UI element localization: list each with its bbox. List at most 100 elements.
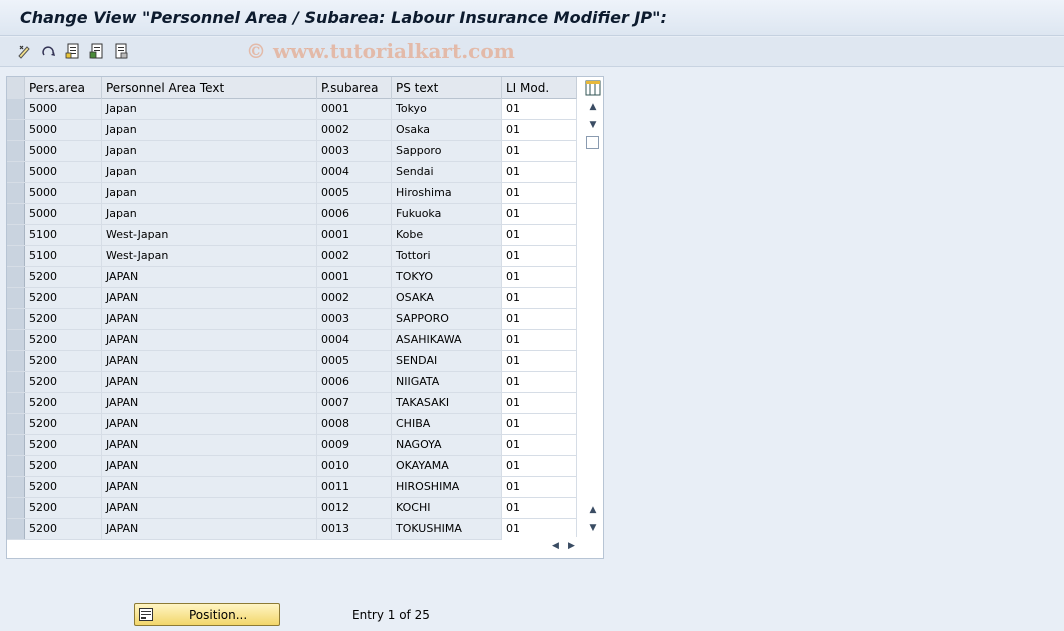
personnel-area-text-cell: Japan [102, 120, 317, 140]
column-header-li-mod[interactable]: LI Mod. [502, 77, 577, 99]
li-mod-field[interactable]: 01 [502, 456, 577, 476]
delete-icon[interactable] [112, 42, 130, 60]
li-mod-field[interactable]: 01 [502, 141, 577, 161]
p-subarea-cell: 0001 [317, 267, 392, 287]
row-selector[interactable] [7, 288, 25, 308]
edit-icon[interactable] [16, 42, 34, 60]
row-selector[interactable] [7, 477, 25, 497]
ps-text-cell: CHIBA [392, 414, 502, 434]
row-selector[interactable] [7, 246, 25, 266]
ps-text-cell: HIROSHIMA [392, 477, 502, 497]
personnel-area-text-cell: Japan [102, 99, 317, 119]
position-button-label: Position... [189, 608, 248, 622]
position-button[interactable]: Position... [134, 603, 280, 626]
ps-text-cell: OKAYAMA [392, 456, 502, 476]
row-selector[interactable] [7, 498, 25, 518]
copy-icon[interactable] [88, 42, 106, 60]
li-mod-field[interactable]: 01 [502, 162, 577, 182]
column-header-ps-text[interactable]: PS text [392, 77, 502, 99]
new-entries-icon[interactable] [64, 42, 82, 60]
personnel-area-text-cell: JAPAN [102, 498, 317, 518]
li-mod-field[interactable]: 01 [502, 393, 577, 413]
row-selector[interactable] [7, 414, 25, 434]
row-selector[interactable] [7, 435, 25, 455]
row-selector[interactable] [7, 204, 25, 224]
row-selector[interactable] [7, 351, 25, 371]
li-mod-field[interactable]: 01 [502, 309, 577, 329]
row-selector[interactable] [7, 330, 25, 350]
pers-area-cell: 5200 [25, 372, 102, 392]
p-subarea-cell: 0006 [317, 372, 392, 392]
p-subarea-cell: 0007 [317, 393, 392, 413]
row-selector[interactable] [7, 99, 25, 119]
row-selector[interactable] [7, 183, 25, 203]
li-mod-field[interactable]: 01 [502, 372, 577, 392]
ps-text-cell: SENDAI [392, 351, 502, 371]
table-row: 5200 JAPAN 0010 OKAYAMA 01 [7, 456, 577, 477]
li-mod-field[interactable]: 01 [502, 99, 577, 119]
li-mod-field[interactable]: 01 [502, 204, 577, 224]
li-mod-field[interactable]: 01 [502, 498, 577, 518]
p-subarea-cell: 0012 [317, 498, 392, 518]
row-selector[interactable] [7, 309, 25, 329]
li-mod-field[interactable]: 01 [502, 267, 577, 287]
row-selector[interactable] [7, 225, 25, 245]
p-subarea-cell: 0013 [317, 519, 392, 539]
scroll-down-icon[interactable]: ▼ [587, 119, 599, 131]
scroll-page-down-icon[interactable]: ▼ [587, 522, 599, 534]
li-mod-field[interactable]: 01 [502, 477, 577, 497]
row-selector[interactable] [7, 267, 25, 287]
row-selector[interactable] [7, 162, 25, 182]
table-row: 5200 JAPAN 0011 HIROSHIMA 01 [7, 477, 577, 498]
li-mod-field[interactable]: 01 [502, 183, 577, 203]
scroll-left-icon[interactable]: ◀ [552, 541, 559, 551]
p-subarea-cell: 0011 [317, 477, 392, 497]
li-mod-field[interactable]: 01 [502, 435, 577, 455]
table-row: 5100 West-Japan 0002 Tottori 01 [7, 246, 577, 267]
row-selector[interactable] [7, 141, 25, 161]
li-mod-field[interactable]: 01 [502, 246, 577, 266]
p-subarea-cell: 0004 [317, 330, 392, 350]
scroll-up-icon[interactable]: ▲ [587, 101, 599, 113]
table-row: 5100 West-Japan 0001 Kobe 01 [7, 225, 577, 246]
table-row: 5000 Japan 0004 Sendai 01 [7, 162, 577, 183]
pers-area-cell: 5200 [25, 414, 102, 434]
li-mod-field[interactable]: 01 [502, 120, 577, 140]
row-selector[interactable] [7, 456, 25, 476]
scroll-page-up-icon[interactable]: ▲ [587, 504, 599, 516]
row-selector[interactable] [7, 393, 25, 413]
vertical-scrollbar[interactable]: ▲ ▼ ▲ ▼ [583, 77, 603, 537]
column-header-p-subarea[interactable]: P.subarea [317, 77, 392, 99]
ps-text-cell: Sapporo [392, 141, 502, 161]
li-mod-field[interactable]: 01 [502, 288, 577, 308]
pers-area-cell: 5000 [25, 183, 102, 203]
table-row: 5200 JAPAN 0004 ASAHIKAWA 01 [7, 330, 577, 351]
personnel-area-text-cell: JAPAN [102, 372, 317, 392]
scroll-thumb[interactable] [586, 136, 599, 149]
row-selector[interactable] [7, 372, 25, 392]
personnel-area-text-cell: JAPAN [102, 435, 317, 455]
page-title: Change View "Personnel Area / Subarea: L… [20, 8, 667, 27]
table-row: 5200 JAPAN 0005 SENDAI 01 [7, 351, 577, 372]
undo-icon[interactable] [40, 42, 58, 60]
li-mod-field[interactable]: 01 [502, 519, 577, 539]
table-row: 5200 JAPAN 0003 SAPPORO 01 [7, 309, 577, 330]
row-selector[interactable] [7, 519, 25, 539]
scroll-right-icon[interactable]: ▶ [568, 541, 575, 551]
pers-area-cell: 5200 [25, 330, 102, 350]
select-all-header[interactable] [7, 77, 25, 99]
column-header-pers-area[interactable]: Pers.area [25, 77, 102, 99]
li-mod-field[interactable]: 01 [502, 414, 577, 434]
personnel-area-text-cell: JAPAN [102, 330, 317, 350]
li-mod-field[interactable]: 01 [502, 330, 577, 350]
li-mod-field[interactable]: 01 [502, 351, 577, 371]
row-selector[interactable] [7, 120, 25, 140]
pers-area-cell: 5200 [25, 498, 102, 518]
li-mod-field[interactable]: 01 [502, 225, 577, 245]
column-header-personnel-area-text[interactable]: Personnel Area Text [102, 77, 317, 99]
personnel-area-text-cell: JAPAN [102, 309, 317, 329]
ps-text-cell: Fukuoka [392, 204, 502, 224]
ps-text-cell: Sendai [392, 162, 502, 182]
horizontal-scrollbar[interactable]: ◀ ▶ [502, 537, 582, 557]
table-row: 5200 JAPAN 0013 TOKUSHIMA 01 [7, 519, 577, 540]
